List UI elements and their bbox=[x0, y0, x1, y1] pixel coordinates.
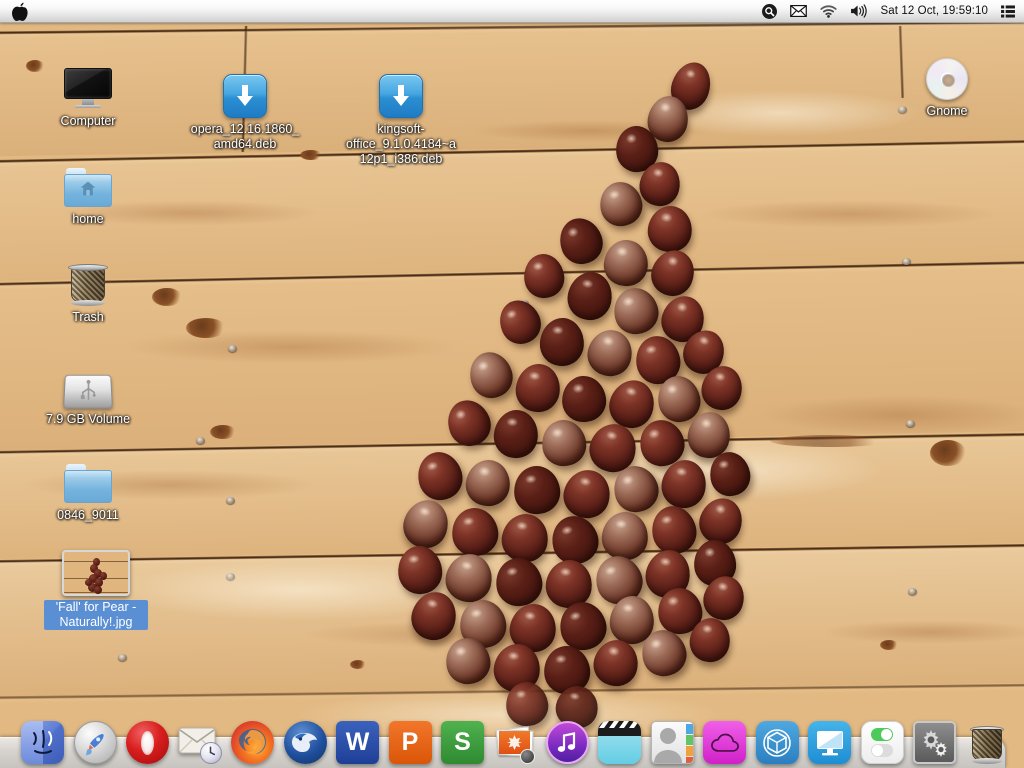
dock-item-launchpad[interactable] bbox=[72, 718, 117, 764]
dock-item-firefox[interactable] bbox=[230, 718, 275, 764]
clapperboard-icon bbox=[598, 721, 641, 764]
menu-bar: Sat 12 Oct, 19:59:10 bbox=[0, 0, 1024, 23]
dock-item-thunderbird[interactable] bbox=[282, 718, 327, 764]
desktop-icon-label: Gnome bbox=[927, 104, 968, 119]
usb-drive-icon bbox=[64, 360, 112, 408]
clock[interactable]: Sat 12 Oct, 19:59:10 bbox=[881, 5, 989, 17]
package-box-icon bbox=[756, 721, 799, 764]
letter-w-icon: W bbox=[336, 721, 379, 764]
dock-item-wps-presentation[interactable]: P bbox=[387, 718, 432, 764]
desktop-icon-computer[interactable]: Computer bbox=[32, 62, 144, 129]
desktop-icon-fall-for-pear-jpg[interactable]: 'Fall' for Pear - Naturally!.jpg bbox=[44, 546, 148, 630]
desktop-icon-label: 'Fall' for Pear - Naturally!.jpg bbox=[44, 600, 148, 630]
desktop-icon-label: kingsoft-office_9.1.0.4184~a12p1_i386.de… bbox=[345, 122, 457, 167]
trash-can-icon bbox=[968, 724, 1006, 764]
letter-s-icon: S bbox=[441, 721, 484, 764]
toggle-switch-icon bbox=[861, 721, 904, 764]
opera-icon bbox=[126, 721, 169, 764]
desktop-icon-label: home bbox=[72, 212, 103, 227]
dock-item-movie[interactable] bbox=[597, 718, 642, 764]
menu-bar-status-items: Sat 12 Oct, 19:59:10 bbox=[762, 0, 1024, 23]
home-folder-icon bbox=[64, 160, 112, 208]
chestnut-arrangement bbox=[0, 0, 1024, 768]
monitor-icon bbox=[64, 62, 112, 110]
monitor-icon bbox=[808, 721, 851, 764]
letter-p-icon: P bbox=[389, 721, 432, 764]
deb-package-icon bbox=[379, 70, 423, 118]
desktop-icon-trash[interactable]: Trash bbox=[32, 258, 144, 325]
spotlight-search-icon[interactable] bbox=[762, 0, 777, 23]
desktop-icon-label: 0846_9011 bbox=[57, 508, 119, 523]
desktop-icon-label: Trash bbox=[72, 310, 104, 325]
desktop-icon-kingsoft-office-deb[interactable]: kingsoft-office_9.1.0.4184~a12p1_i386.de… bbox=[345, 70, 457, 167]
dock-item-displays[interactable] bbox=[807, 718, 852, 764]
wifi-icon[interactable] bbox=[820, 0, 837, 23]
desktop-icon-gnome-disc[interactable]: Gnome bbox=[891, 52, 1003, 119]
volume-icon[interactable] bbox=[850, 0, 868, 23]
desktop-icon-folder-0846-9011[interactable]: 0846_9011 bbox=[32, 456, 144, 523]
dock-item-system-preferences[interactable] bbox=[912, 718, 957, 764]
dock-item-wps-spreadsheets[interactable]: S bbox=[440, 718, 485, 764]
pear-logo[interactable] bbox=[12, 2, 28, 20]
rocket-icon bbox=[74, 721, 117, 764]
folder-icon bbox=[64, 456, 112, 504]
deb-package-icon bbox=[223, 70, 267, 118]
dock-item-contacts[interactable] bbox=[650, 718, 695, 764]
mail-clock-icon bbox=[178, 722, 222, 764]
mail-icon[interactable] bbox=[790, 0, 807, 23]
desktop-icon-opera-deb[interactable]: opera_12.16.1860_amd64.deb bbox=[189, 70, 301, 152]
cloud-icon bbox=[703, 721, 746, 764]
dock-item-mail-time[interactable] bbox=[177, 718, 222, 764]
photo-stack-icon bbox=[493, 724, 537, 764]
desktop-icon-usb-volume[interactable]: 7.9 GB Volume bbox=[32, 360, 144, 427]
list-menu-icon[interactable] bbox=[1001, 0, 1015, 23]
desktop-icon-label: Computer bbox=[61, 114, 116, 129]
firefox-icon bbox=[231, 721, 274, 764]
dock-item-settings-toggles[interactable] bbox=[860, 718, 905, 764]
desktop-icon-label: 7.9 GB Volume bbox=[46, 412, 130, 427]
dock-item-music[interactable] bbox=[545, 718, 590, 764]
cd-disc-icon bbox=[926, 52, 968, 100]
desktop-screen: Sat 12 Oct, 19:59:10 Computer bbox=[0, 0, 1024, 768]
dock: W P S bbox=[0, 708, 1024, 768]
dock-item-wps-writer[interactable]: W bbox=[335, 718, 380, 764]
finder-icon bbox=[21, 721, 64, 764]
person-address-book-icon bbox=[651, 721, 694, 764]
desktop-wallpaper bbox=[0, 0, 1024, 768]
dock-item-software-center[interactable] bbox=[755, 718, 800, 764]
dock-item-photos[interactable] bbox=[492, 718, 537, 764]
dock-item-finder[interactable] bbox=[20, 718, 65, 764]
music-note-icon bbox=[546, 721, 589, 764]
trash-icon bbox=[68, 258, 108, 306]
thunderbird-icon bbox=[284, 721, 327, 764]
dock-item-opera[interactable] bbox=[125, 718, 170, 764]
desktop-icon-home[interactable]: home bbox=[32, 160, 144, 227]
dock-item-trash[interactable] bbox=[964, 718, 1009, 764]
desktop-icon-label: opera_12.16.1860_amd64.deb bbox=[189, 122, 301, 152]
image-thumbnail-icon bbox=[62, 546, 130, 596]
dock-item-cloud[interactable] bbox=[702, 718, 747, 764]
gears-icon bbox=[913, 721, 956, 764]
